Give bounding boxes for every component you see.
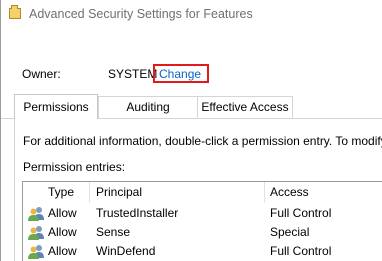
folder-icon bbox=[9, 5, 21, 19]
row-principal: WinDefend bbox=[96, 244, 156, 258]
column-divider[interactable] bbox=[89, 182, 90, 203]
row-principal: TrustedInstaller bbox=[96, 206, 179, 220]
change-owner-link[interactable]: Change bbox=[153, 64, 209, 83]
row-access: Full Control bbox=[270, 206, 332, 220]
change-owner-link-text[interactable]: Change bbox=[159, 67, 201, 81]
info-text: For additional information, double-click… bbox=[23, 134, 382, 148]
row-access: Full Control bbox=[270, 244, 332, 258]
tab-auditing-label: Auditing bbox=[126, 100, 170, 114]
title-bar[interactable]: Advanced Security Settings for Features bbox=[1, 0, 382, 29]
tab-effective-access-label: Effective Access bbox=[201, 100, 289, 114]
column-header-type[interactable]: Type bbox=[48, 182, 74, 203]
users-icon bbox=[28, 245, 44, 259]
tab-auditing[interactable]: Auditing bbox=[98, 96, 198, 118]
row-type: Allow bbox=[48, 225, 77, 239]
table-row[interactable]: Allow TrustedInstaller Full Control bbox=[23, 204, 382, 223]
row-type: Allow bbox=[48, 244, 77, 258]
owner-label: Owner: bbox=[22, 67, 61, 81]
column-header-principal[interactable]: Principal bbox=[96, 182, 142, 203]
permission-entries-label: Permission entries: bbox=[23, 160, 126, 174]
tab-permissions-label: Permissions bbox=[23, 100, 89, 114]
users-icon bbox=[28, 207, 44, 221]
users-icon bbox=[28, 226, 44, 240]
table-row[interactable]: Allow Sense Special bbox=[23, 223, 382, 242]
column-header-access[interactable]: Access bbox=[270, 182, 309, 203]
column-divider[interactable] bbox=[264, 182, 265, 203]
tab-effective-access[interactable]: Effective Access bbox=[197, 96, 293, 118]
row-principal: Sense bbox=[96, 225, 131, 239]
row-access: Special bbox=[270, 225, 310, 239]
row-type: Allow bbox=[48, 206, 77, 220]
owner-value: SYSTEM bbox=[108, 67, 158, 81]
security-settings-window: Advanced Security Settings for Features … bbox=[0, 0, 382, 261]
tab-permissions[interactable]: Permissions bbox=[14, 94, 98, 119]
permission-entries-list[interactable]: Type Principal Access Allow TrustedInsta… bbox=[22, 181, 382, 261]
window-title: Advanced Security Settings for Features bbox=[29, 7, 253, 21]
table-row[interactable]: Allow WinDefend Full Control bbox=[23, 242, 382, 261]
